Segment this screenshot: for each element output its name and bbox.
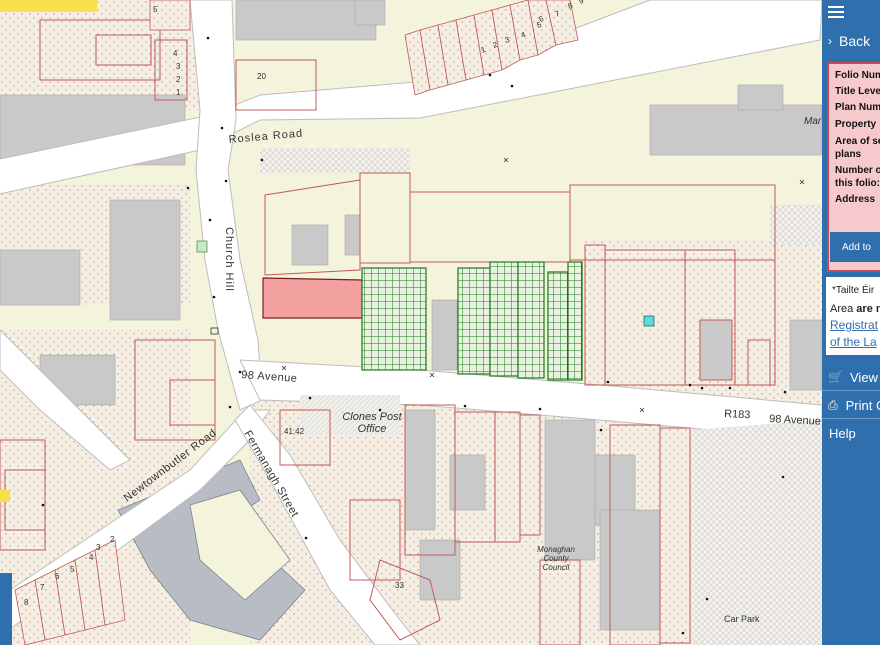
info-note: *Tailte Éir Area are n Registrat of the … [826,277,880,355]
label-mar-partial: Mar [804,116,822,127]
hamburger-icon[interactable] [828,3,844,19]
house-number: 5 [70,565,75,574]
house-number: 3 [96,543,101,552]
label-route-r183: R183 [724,408,751,421]
field-address: Address [835,194,876,205]
note-line1: *Tailte Éir [832,285,875,296]
house-number: 2 [176,75,181,84]
land-link[interactable]: of the La [830,335,877,349]
field-title-level: Title Leve [835,86,880,97]
left-panel-tab[interactable] [0,573,12,645]
add-to-button[interactable]: Add to [830,232,880,262]
house-number-20: 20 [257,72,266,81]
side-panel: › Back Folio Num Title Leve Plan Num Pro… [822,0,880,645]
field-plan-number: Plan Num [835,102,880,113]
field-folio-number: Folio Num [835,70,880,81]
back-label: Back [839,33,871,49]
house-number: 6 [55,572,60,581]
house-number: 8 [24,598,29,607]
registration-link[interactable]: Registrat [830,318,878,332]
map-canvas[interactable]: Roslea Road Church Hill 98 Avenue R183 9… [0,0,822,645]
field-this-folio: this folio: [835,178,880,189]
field-area: Area of se [835,136,880,147]
print-label: Print C [845,397,880,413]
label-church-hill: Church Hill [223,227,235,292]
label-car-park: Car Park [724,614,760,624]
house-number-41-42: 41,42 [284,427,305,436]
field-property: Property [835,119,877,130]
house-number-33: 33 [395,581,404,590]
help-button[interactable]: Help [822,418,880,448]
house-number: 3 [176,62,181,71]
print-button[interactable]: ⎙ Print C [822,390,880,420]
field-number-of: Number o [835,165,880,176]
selected-property[interactable] [262,277,363,319]
help-label: Help [829,425,856,441]
note-line2: Area are n [830,303,880,315]
house-number: 7 [40,583,45,592]
property-marker[interactable] [643,315,655,327]
label-clones-post-office: C [0,0,4,3]
house-number: 4 [89,553,94,562]
cart-icon: 🛒 [828,370,843,384]
view-label: View b [850,369,880,385]
folio-parcels[interactable] [361,261,583,381]
house-number: 1 [176,88,181,97]
back-button[interactable]: › Back [822,27,880,55]
view-button[interactable]: 🛒 View b [822,362,880,392]
map-view[interactable]: Roslea Road Church Hill 98 Avenue R183 9… [0,0,822,645]
field-area-plans: plans [835,149,862,160]
house-number-5: 5 [153,5,158,14]
printer-icon: ⎙ [828,397,838,412]
house-number: 4 [173,49,178,58]
house-number: 2 [110,535,115,544]
chevron-right-icon: › [828,34,832,48]
